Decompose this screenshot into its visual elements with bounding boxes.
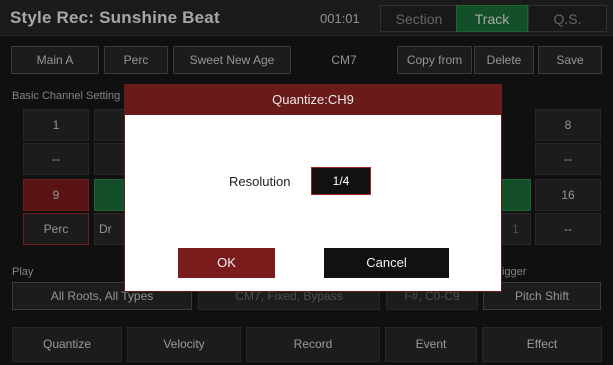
resolution-label: Resolution [229,174,291,189]
resolution-selector[interactable]: 1/4 [311,167,371,195]
dialog-title: Quantize:CH9 [125,85,501,115]
quantize-dialog: Quantize:CH9 Resolution 1/4 OK Cancel [124,84,502,292]
ok-button[interactable]: OK [178,248,275,278]
cancel-button[interactable]: Cancel [324,248,449,278]
